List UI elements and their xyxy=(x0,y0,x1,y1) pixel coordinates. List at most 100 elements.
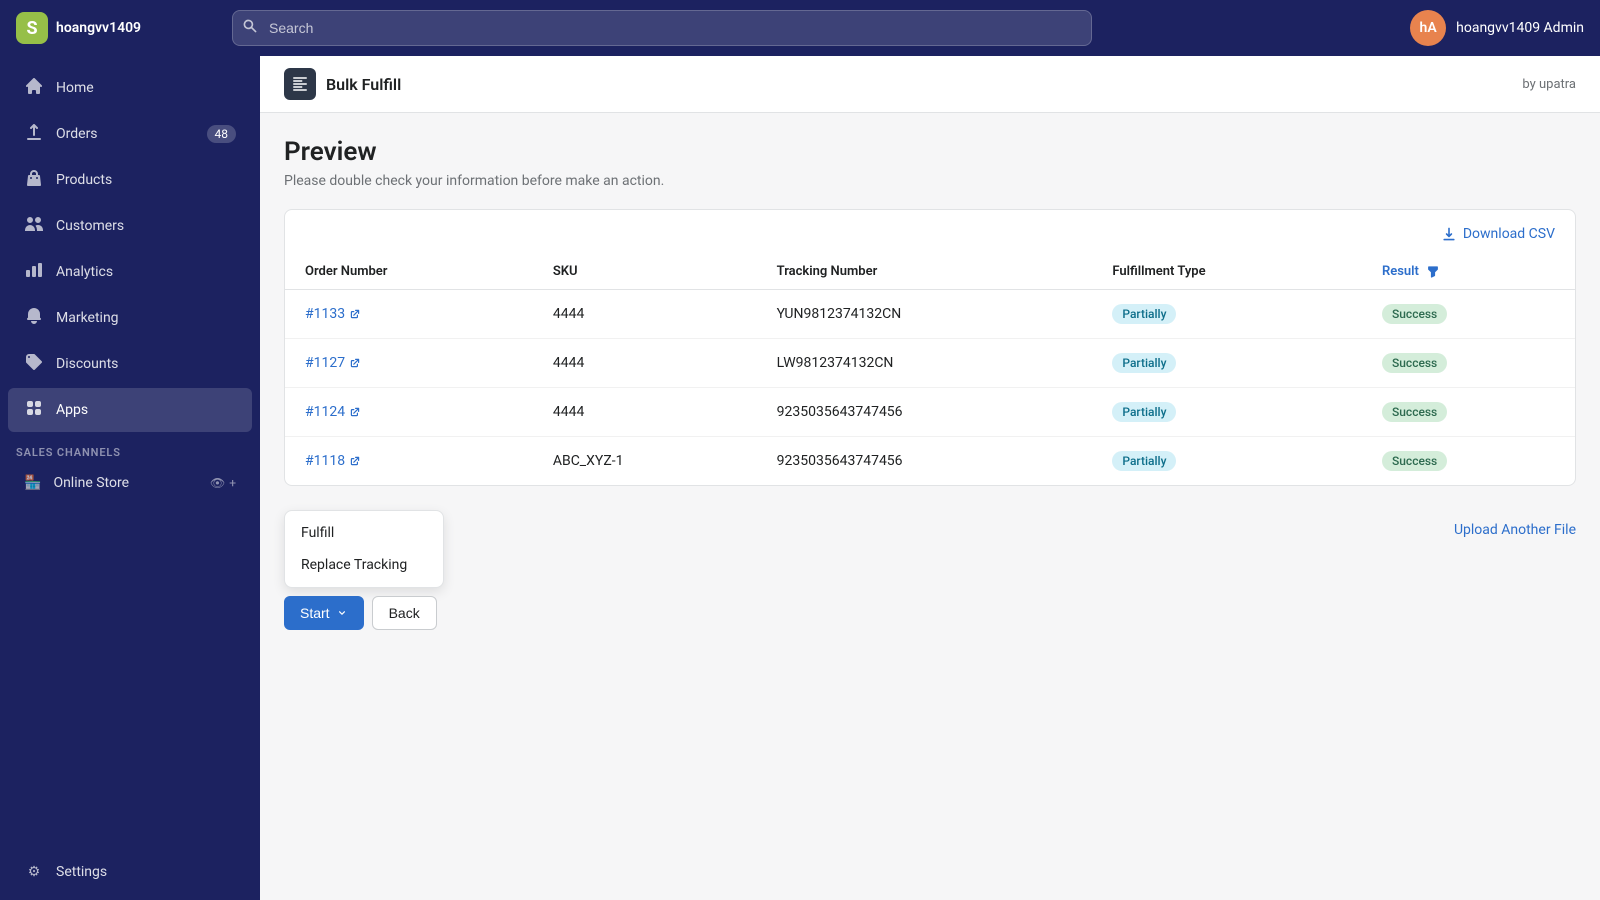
analytics-icon xyxy=(24,260,44,284)
fulfillment-badge: Partially xyxy=(1112,353,1176,373)
products-icon xyxy=(24,168,44,192)
download-csv-button[interactable]: Download CSV xyxy=(1441,226,1555,242)
sku-cell: 4444 xyxy=(533,339,757,388)
shopify-icon: S xyxy=(16,12,48,44)
result-cell: Success xyxy=(1362,388,1575,437)
sidebar-badge-orders: 48 xyxy=(207,125,237,143)
eye-icon: 👁 xyxy=(210,476,225,490)
fulfillment-type-cell: Partially xyxy=(1092,388,1362,437)
page-subtitle: Please double check your information bef… xyxy=(284,173,1576,189)
order-number-cell: #1127 xyxy=(285,339,533,388)
fulfillment-type-cell: Partially xyxy=(1092,339,1362,388)
tracking-cell: LW9812374132CN xyxy=(757,339,1093,388)
top-nav: S hoangvv1409 hA hoangvv1409 Admin xyxy=(0,0,1600,56)
sidebar-item-apps[interactable]: Apps xyxy=(8,388,252,432)
sidebar-item-label: Discounts xyxy=(56,356,118,372)
settings-icon: ⚙ xyxy=(24,864,44,880)
nav-username: hoangvv1409 Admin xyxy=(1456,20,1584,36)
sidebar-item-orders[interactable]: Orders 48 xyxy=(8,112,252,156)
brand-logo[interactable]: S hoangvv1409 xyxy=(16,12,216,44)
home-icon xyxy=(24,76,44,100)
sidebar-item-discounts[interactable]: Discounts xyxy=(8,342,252,386)
sidebar-item-marketing[interactable]: Marketing xyxy=(8,296,252,340)
order-link[interactable]: #1124 xyxy=(305,404,513,420)
result-cell: Success xyxy=(1362,339,1575,388)
start-button[interactable]: Start xyxy=(284,596,364,630)
col-result[interactable]: Result xyxy=(1362,254,1575,290)
table-row: #1118 ABC_XYZ-1 9235035643747456 Partial… xyxy=(285,437,1575,486)
result-badge: Success xyxy=(1382,451,1447,471)
sidebar-item-home[interactable]: Home xyxy=(8,66,252,110)
sidebar-item-label: Apps xyxy=(56,402,88,418)
app-logo xyxy=(284,68,316,100)
nav-right: hA hoangvv1409 Admin xyxy=(1410,10,1584,46)
dropdown-item-replace-tracking[interactable]: Replace Tracking xyxy=(285,549,443,581)
result-badge: Success xyxy=(1382,402,1447,422)
plus-icon: + xyxy=(229,476,236,490)
customers-icon xyxy=(24,214,44,238)
sidebar-item-label: Products xyxy=(56,172,112,188)
sidebar-item-products[interactable]: Products xyxy=(8,158,252,202)
by-upatra: by upatra xyxy=(1522,77,1576,92)
sidebar-item-label: Settings xyxy=(56,864,107,880)
col-tracking: Tracking Number xyxy=(757,254,1093,290)
fulfillment-badge: Partially xyxy=(1112,451,1176,471)
fulfillment-badge: Partially xyxy=(1112,402,1176,422)
search-input[interactable] xyxy=(232,10,1092,46)
fulfillment-type-cell: Partially xyxy=(1092,437,1362,486)
back-button[interactable]: Back xyxy=(372,596,437,630)
order-number-cell: #1133 xyxy=(285,290,533,339)
order-link[interactable]: #1118 xyxy=(305,453,513,469)
download-csv-label: Download CSV xyxy=(1463,226,1555,242)
result-badge: Success xyxy=(1382,304,1447,324)
apps-icon xyxy=(24,398,44,422)
table-row: #1133 4444 YUN9812374132CN Partially Suc… xyxy=(285,290,1575,339)
app-header: Bulk Fulfill by upatra xyxy=(260,56,1600,113)
action-dropdown-wrap: Fulfill Replace Tracking Start Back xyxy=(284,510,444,630)
sku-cell: 4444 xyxy=(533,290,757,339)
sidebar-item-label: Orders xyxy=(56,126,98,142)
result-cell: Success xyxy=(1362,437,1575,486)
btn-group: Start Back xyxy=(284,596,444,630)
table-row: #1127 4444 LW9812374132CN Partially Succ… xyxy=(285,339,1575,388)
sidebar-item-label: Online Store xyxy=(53,475,129,491)
brand-name: hoangvv1409 xyxy=(56,20,141,36)
order-number-cell: #1118 xyxy=(285,437,533,486)
sidebar-item-customers[interactable]: Customers xyxy=(8,204,252,248)
avatar[interactable]: hA xyxy=(1410,10,1446,46)
result-cell: Success xyxy=(1362,290,1575,339)
sku-cell: ABC_XYZ-1 xyxy=(533,437,757,486)
sidebar-item-label: Home xyxy=(56,80,94,96)
bottom-actions: Fulfill Replace Tracking Start Back Uplo… xyxy=(284,510,1576,654)
dropdown-item-fulfill[interactable]: Fulfill xyxy=(285,517,443,549)
page-title: Preview xyxy=(284,137,1576,167)
orders-icon xyxy=(24,122,44,146)
sidebar-item-settings[interactable]: ⚙ Settings xyxy=(8,854,252,890)
sales-channels-label: SALES CHANNELS xyxy=(0,434,260,463)
tracking-cell: 9235035643747456 xyxy=(757,388,1093,437)
discounts-icon xyxy=(24,352,44,376)
sidebar-item-label: Customers xyxy=(56,218,124,234)
main-content: Bulk Fulfill by upatra Preview Please do… xyxy=(260,56,1600,900)
dropdown-menu: Fulfill Replace Tracking xyxy=(284,510,444,588)
tracking-cell: 9235035643747456 xyxy=(757,437,1093,486)
upload-another-file-link[interactable]: Upload Another File xyxy=(1454,510,1576,538)
fulfillment-type-cell: Partially xyxy=(1092,290,1362,339)
sidebar-item-online-store[interactable]: 🏪 Online Store 👁 + xyxy=(8,465,252,501)
marketing-icon xyxy=(24,306,44,330)
order-link[interactable]: #1133 xyxy=(305,306,513,322)
fulfillment-badge: Partially xyxy=(1112,304,1176,324)
store-icon: 🏪 xyxy=(24,475,41,491)
tracking-cell: YUN9812374132CN xyxy=(757,290,1093,339)
sidebar-item-label: Analytics xyxy=(56,264,113,280)
col-order-number: Order Number xyxy=(285,254,533,290)
order-number-cell: #1124 xyxy=(285,388,533,437)
start-label: Start xyxy=(300,605,330,621)
col-fulfillment: Fulfillment Type xyxy=(1092,254,1362,290)
sidebar-item-analytics[interactable]: Analytics xyxy=(8,250,252,294)
search-bar xyxy=(232,10,1092,46)
data-table-card: Download CSV Order Number SKU Tracking N… xyxy=(284,209,1576,486)
order-link[interactable]: #1127 xyxy=(305,355,513,371)
search-icon xyxy=(242,18,258,38)
result-badge: Success xyxy=(1382,353,1447,373)
